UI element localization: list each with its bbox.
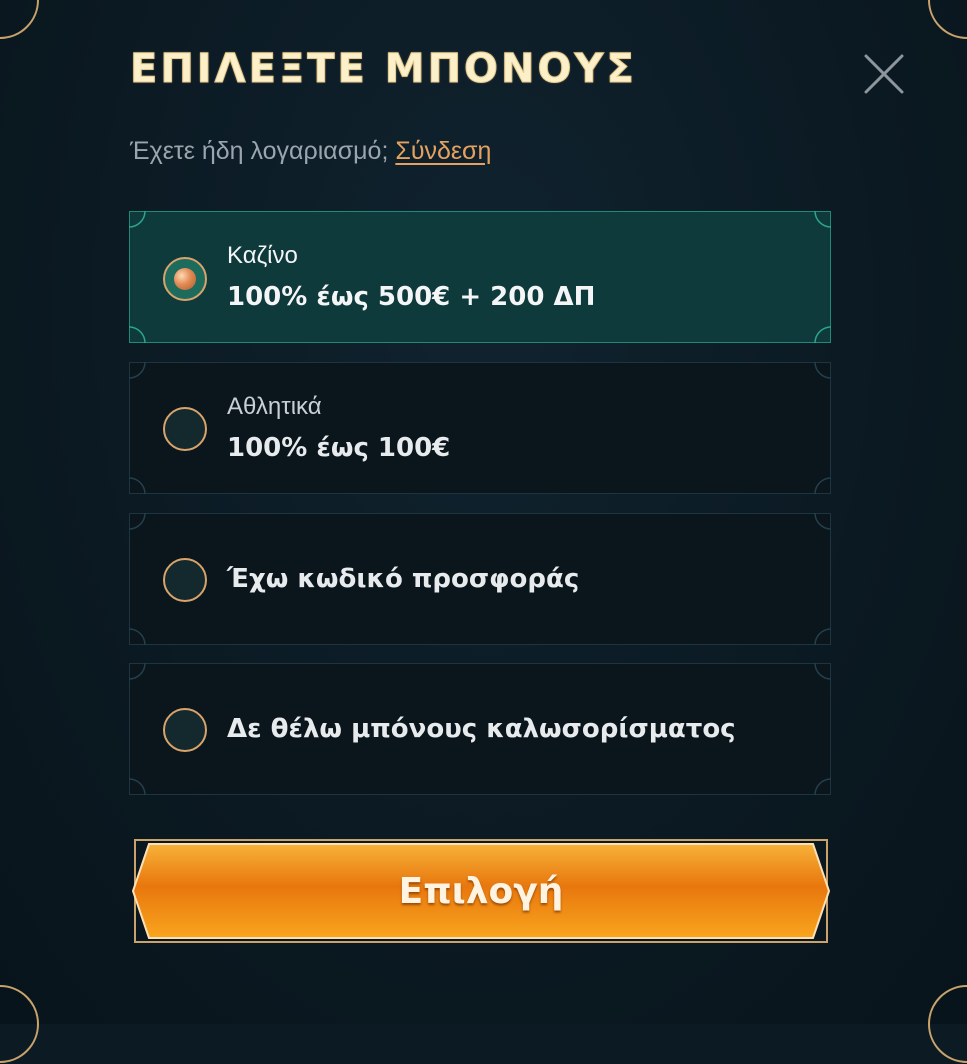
corner-ornament-icon <box>129 211 146 228</box>
login-link[interactable]: Σύνδεση <box>395 137 491 165</box>
login-prompt: Έχετε ήδη λογαριασμό; Σύνδεση <box>130 137 491 166</box>
corner-ornament-icon <box>129 362 146 379</box>
option-category: Καζίνο <box>227 242 298 269</box>
option-offer: Έχω κωδικό προσφοράς <box>227 564 580 594</box>
option-offer: Δε θέλω μπόνους καλωσορίσματος <box>227 714 736 744</box>
option-offer: 100% έως 100€ <box>227 433 451 463</box>
radio-icon[interactable] <box>163 558 207 602</box>
radio-icon[interactable] <box>163 257 207 301</box>
corner-ornament-icon <box>129 628 146 645</box>
corner-ornament-icon <box>129 778 146 795</box>
corner-ornament-icon <box>814 477 831 494</box>
bonus-option-none[interactable]: Δε θέλω μπόνους καλωσορίσματος <box>129 663 831 795</box>
corner-ornament-icon <box>814 362 831 379</box>
option-offer: 100% έως 500€ + 200 ΔΠ <box>227 282 596 312</box>
close-button[interactable] <box>862 52 906 96</box>
radio-icon[interactable] <box>163 708 207 752</box>
bonus-option-promo-code[interactable]: Έχω κωδικό προσφοράς <box>129 513 831 645</box>
corner-ornament-icon <box>0 0 39 39</box>
corner-ornament-icon <box>129 513 146 530</box>
corner-ornament-icon <box>928 985 967 1063</box>
login-prompt-text: Έχετε ήδη λογαριασμό; <box>130 137 389 165</box>
corner-ornament-icon <box>129 663 146 680</box>
corner-ornament-icon <box>814 663 831 680</box>
option-category: Αθλητικά <box>227 393 322 420</box>
corner-ornament-icon <box>814 211 831 228</box>
modal-title: ΕΠΙΛΕΞΤΕ ΜΠΟΝΟΥΣ <box>130 46 637 93</box>
close-icon <box>864 54 904 94</box>
select-button-label: Επιλογή <box>398 870 564 912</box>
bonus-option-sports[interactable]: Αθλητικά 100% έως 100€ <box>129 362 831 494</box>
corner-ornament-icon <box>129 477 146 494</box>
corner-ornament-icon <box>814 326 831 343</box>
select-button[interactable]: Επιλογή <box>129 836 833 946</box>
corner-ornament-icon <box>814 778 831 795</box>
radio-icon[interactable] <box>163 407 207 451</box>
corner-ornament-icon <box>814 628 831 645</box>
corner-ornament-icon <box>129 326 146 343</box>
corner-ornament-icon <box>0 985 39 1063</box>
bonus-option-casino[interactable]: Καζίνο 100% έως 500€ + 200 ΔΠ <box>129 211 831 343</box>
corner-ornament-icon <box>928 0 967 39</box>
bonus-modal: ΕΠΙΛΕΞΤΕ ΜΠΟΝΟΥΣ Έχετε ήδη λογαριασμό; Σ… <box>0 0 967 1063</box>
corner-ornament-icon <box>814 513 831 530</box>
